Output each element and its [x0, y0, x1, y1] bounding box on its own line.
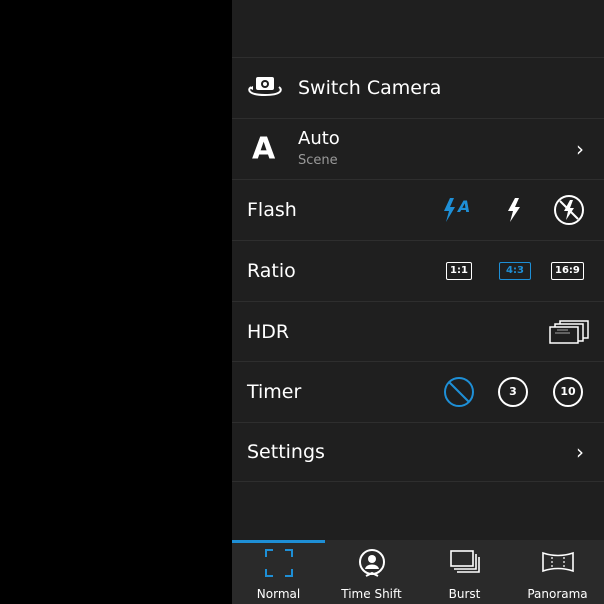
tab-panorama-label: Panorama — [527, 587, 588, 601]
scene-label: Scene — [298, 153, 338, 168]
ratio-16-9-option[interactable]: 16:9 — [551, 261, 584, 280]
hdr-toggle-icon[interactable] — [548, 319, 590, 345]
tab-time-shift[interactable]: Time Shift — [325, 540, 418, 604]
camera-mode-bar: Normal Time Shift Burst Panorama — [232, 540, 604, 604]
switch-camera-row[interactable]: Switch Camera — [232, 57, 604, 117]
hdr-label: HDR — [247, 320, 290, 343]
camera-viewfinder[interactable] — [0, 0, 232, 604]
hdr-row: HDR — [232, 301, 604, 361]
burst-icon — [449, 548, 481, 580]
flash-on-icon[interactable] — [505, 196, 523, 224]
tab-panorama[interactable]: Panorama — [511, 540, 604, 604]
ratio-4-3-option[interactable]: 4:3 — [499, 261, 531, 280]
flash-auto-text: A — [458, 196, 471, 216]
switch-camera-label: Switch Camera — [298, 76, 442, 99]
tab-normal-label: Normal — [256, 587, 301, 601]
scene-value: Auto — [298, 128, 340, 149]
tab-time-shift-label: Time Shift — [341, 587, 402, 601]
tab-normal[interactable]: Normal — [232, 540, 325, 604]
tab-burst-label: Burst — [448, 587, 481, 601]
selected-tab-indicator — [232, 540, 325, 543]
switch-camera-icon — [245, 75, 285, 101]
timer-row: Timer 3 10 — [232, 361, 604, 421]
normal-frame-icon — [264, 548, 294, 582]
settings-chevron-icon: › — [576, 440, 584, 464]
ratio-label: Ratio — [247, 259, 296, 282]
tab-burst[interactable]: Burst — [418, 540, 511, 604]
settings-label: Settings — [247, 441, 325, 463]
timer-off-icon[interactable] — [443, 376, 475, 408]
flash-row: Flash A — [232, 179, 604, 239]
timer-3-option[interactable]: 3 — [498, 376, 528, 407]
ratio-row: Ratio 1:1 4:3 16:9 — [232, 240, 604, 300]
settings-row[interactable]: Settings › — [232, 422, 604, 482]
scene-auto-icon: A — [252, 131, 276, 166]
ratio-1-1-option[interactable]: 1:1 — [446, 261, 472, 280]
scene-row[interactable]: A Auto Scene › — [232, 118, 604, 178]
panorama-icon — [540, 548, 576, 580]
timer-label: Timer — [247, 380, 302, 403]
scene-chevron-icon: › — [576, 136, 584, 161]
time-shift-icon — [356, 548, 388, 584]
flash-off-icon[interactable] — [553, 194, 585, 226]
timer-10-option[interactable]: 10 — [553, 376, 583, 407]
camera-settings-panel: Switch Camera A Auto Scene › Flash A Rat… — [232, 0, 604, 604]
flash-auto-icon[interactable]: A — [442, 196, 474, 224]
flash-label: Flash — [247, 198, 297, 221]
